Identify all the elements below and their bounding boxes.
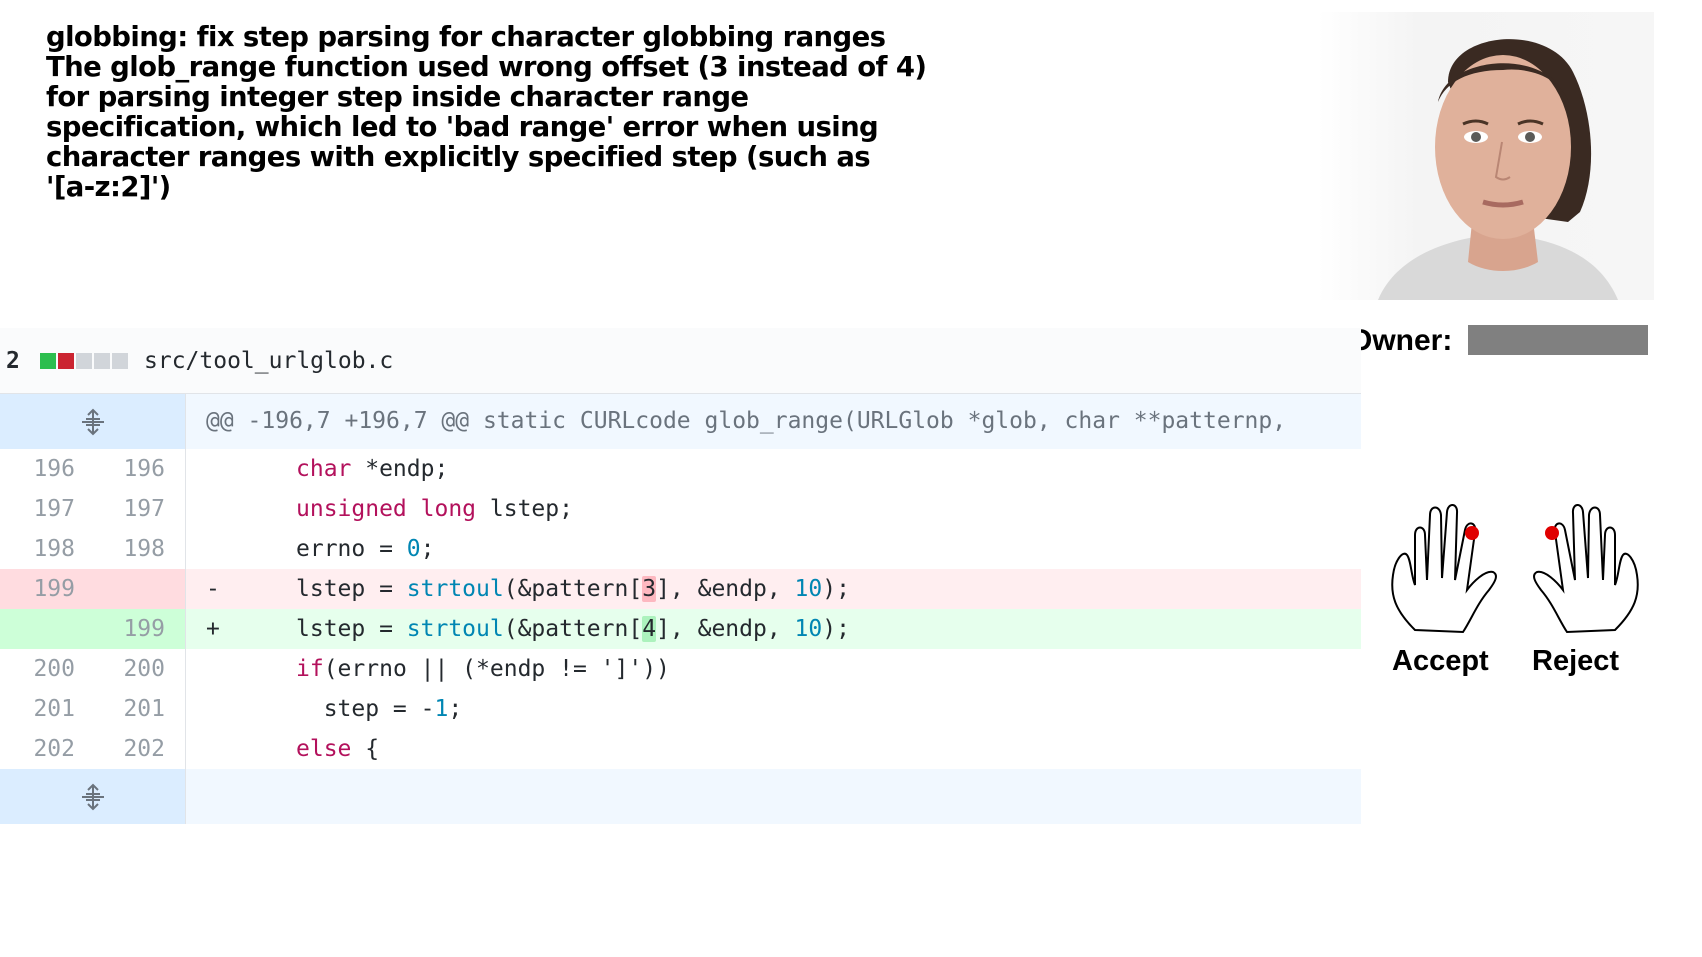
number-literal: 10	[794, 576, 823, 602]
new-line-number[interactable]	[85, 569, 186, 609]
commit-message: globbing: fix step parsing for character…	[46, 22, 946, 202]
owner-name-redacted	[1468, 325, 1648, 355]
reject-label[interactable]: Reject	[1532, 645, 1619, 678]
number-literal: 1	[434, 696, 449, 722]
new-line-number[interactable]: 197	[85, 489, 186, 529]
hunk-header: @@ -196,7 +196,7 @@ static CURLcode glob…	[0, 394, 1361, 449]
number-literal: 0	[406, 536, 421, 562]
commit-body-line: specification, which led to 'bad range' …	[46, 111, 879, 143]
diff-line: 198 198 errno = 0;	[0, 529, 1361, 569]
new-line-number[interactable]: 201	[85, 689, 186, 729]
new-line-number[interactable]: 196	[85, 449, 186, 489]
hand-reject-icon[interactable]	[1533, 504, 1639, 634]
old-line-number[interactable]: 197	[0, 489, 85, 529]
diff-line: 201 201 step = -1;	[0, 689, 1361, 729]
code-line: char *endp;	[186, 449, 1361, 489]
owner-label: Owner:	[1349, 324, 1453, 357]
code-text: lstep;	[476, 496, 573, 522]
code-line: step = -1;	[186, 689, 1361, 729]
keyword: else	[296, 736, 352, 762]
keyword: if	[296, 656, 324, 682]
diff-line: 196 196 char *endp;	[0, 449, 1361, 489]
commit-body-line: '[a-z:2]')	[46, 171, 171, 203]
new-line-number[interactable]: 202	[85, 729, 186, 769]
diff-marker: +	[206, 616, 220, 642]
function-name: strtoul	[406, 576, 504, 602]
code-text: errno =	[296, 536, 407, 562]
new-line-number[interactable]: 200	[85, 649, 186, 689]
code-text: );	[822, 576, 850, 602]
changed-char: 4	[642, 616, 657, 642]
code-text: (errno || (*endp != ']'))	[323, 656, 670, 682]
keyword: unsigned	[296, 496, 407, 522]
code-line: + lstep = strtoul(&pattern[4], &endp, 10)…	[186, 609, 1361, 649]
old-line-number[interactable]: 201	[0, 689, 85, 729]
keyword: char	[296, 456, 352, 482]
function-name: strtoul	[406, 616, 504, 642]
code-line: errno = 0;	[186, 529, 1361, 569]
diff-view: 2 src/tool_urlglob.c @@ -196,7 +196,7 @@…	[0, 328, 1361, 824]
code-text: step = -	[296, 696, 435, 722]
code-text: (&pattern[	[503, 576, 643, 602]
code-text: ;	[420, 536, 435, 562]
diff-line-added: 199 + lstep = strtoul(&pattern[4], &endp,…	[0, 609, 1361, 649]
unfold-icon	[81, 783, 104, 810]
diff-line: 200 200 if(errno || (*endp != ']'))	[0, 649, 1361, 689]
old-line-number[interactable]: 202	[0, 729, 85, 769]
commit-body-line: character ranges with explicitly specifi…	[46, 141, 871, 173]
code-text: lstep =	[296, 616, 407, 642]
hunk-footer	[0, 769, 1361, 824]
new-line-number[interactable]: 198	[85, 529, 186, 569]
diff-line-deleted: 199 - lstep = strtoul(&pattern[3], &endp,…	[0, 569, 1361, 609]
hunk-footer-spacer	[186, 769, 1361, 824]
code-text: {	[351, 736, 380, 762]
old-line-number[interactable]: 196	[0, 449, 85, 489]
keyword: long	[420, 496, 477, 522]
code-text: lstep =	[296, 576, 407, 602]
code-text: ], &endp,	[656, 576, 795, 602]
diffstat-neutral	[112, 352, 128, 369]
diff-line: 197 197 unsigned long lstep;	[0, 489, 1361, 529]
diffstat-deleted	[58, 352, 74, 369]
owner-photo	[1318, 12, 1654, 300]
code-line: if(errno || (*endp != ']'))	[186, 649, 1361, 689]
old-line-number[interactable]	[0, 609, 85, 649]
code-line: unsigned long lstep;	[186, 489, 1361, 529]
diffstat-blocks	[40, 352, 128, 369]
changes-count: 2	[6, 347, 20, 374]
diffstat-neutral	[76, 352, 92, 369]
code-text: );	[822, 616, 850, 642]
code-line: else {	[186, 729, 1361, 769]
code-text: (&pattern[	[503, 616, 643, 642]
accept-label[interactable]: Accept	[1392, 645, 1489, 678]
file-path[interactable]: src/tool_urlglob.c	[144, 348, 393, 374]
new-line-number[interactable]: 199	[85, 609, 186, 649]
hunk-header-text: @@ -196,7 +196,7 @@ static CURLcode glob…	[206, 408, 1287, 434]
diffstat-added	[40, 352, 56, 369]
code-text: ], &endp,	[656, 616, 795, 642]
old-line-number[interactable]: 198	[0, 529, 85, 569]
hand-accept-icon[interactable]	[1391, 504, 1497, 634]
unfold-icon	[81, 408, 104, 435]
commit-body-line: The glob_range function used wrong offse…	[46, 51, 927, 83]
code-text: ;	[448, 696, 463, 722]
commit-body-line: for parsing integer step inside characte…	[46, 81, 749, 113]
diff-marker: -	[206, 576, 220, 602]
vote-hands	[1391, 504, 1639, 634]
code-line: - lstep = strtoul(&pattern[3], &endp, 10)…	[186, 569, 1361, 609]
file-header: 2 src/tool_urlglob.c	[0, 328, 1361, 394]
diffstat-neutral	[94, 352, 110, 369]
code-text: *endp;	[351, 456, 449, 482]
old-line-number[interactable]: 200	[0, 649, 85, 689]
diff-line: 202 202 else {	[0, 729, 1361, 769]
old-line-number[interactable]: 199	[0, 569, 85, 609]
number-literal: 10	[794, 616, 823, 642]
commit-title: globbing: fix step parsing for character…	[46, 21, 886, 53]
expand-down-button[interactable]	[0, 769, 186, 824]
expand-up-button[interactable]	[0, 394, 186, 449]
changed-char: 3	[642, 576, 657, 602]
